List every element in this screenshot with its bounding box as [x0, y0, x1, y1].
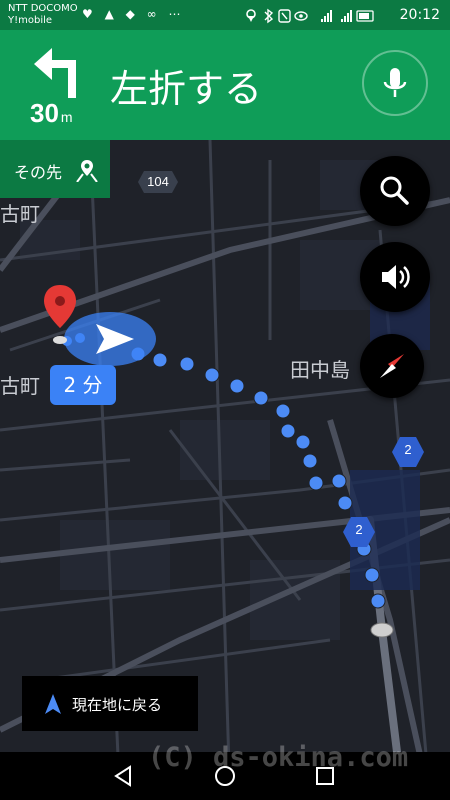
- route-badge-2-lower: 2: [343, 516, 375, 548]
- sound-button[interactable]: [360, 242, 430, 312]
- search-icon: [380, 176, 409, 205]
- distance-to-turn: 30 m: [30, 98, 73, 129]
- route-badge-2-upper: 2: [392, 436, 424, 468]
- location-icon: [246, 9, 256, 22]
- mic-icon: [383, 68, 407, 97]
- status-bar: NTT DOCOMO Y!mobile ♥ ▲ ◆ ∞ ⋯ 20:12: [0, 0, 450, 30]
- road-merge-icon: [75, 158, 99, 186]
- watermark: (C) ds-okina.com: [148, 742, 409, 773]
- nfc-icon: [278, 9, 291, 23]
- carrier-info: NTT DOCOMO Y!mobile: [8, 3, 78, 27]
- notification-icons: ♥ ▲ ◆ ∞ ⋯: [82, 7, 185, 21]
- distance-unit: m: [60, 109, 73, 125]
- voice-search-button[interactable]: [362, 50, 428, 116]
- navigation-arrow-icon: [44, 694, 62, 718]
- signal-icon-1: [321, 10, 332, 22]
- eta-bubble[interactable]: 2 分: [50, 365, 116, 405]
- return-to-location-button[interactable]: 現在地に戻る: [22, 676, 198, 731]
- compass-icon: [380, 354, 404, 378]
- road-badge-104: 104: [138, 171, 178, 193]
- turn-left-arrow-icon: [28, 42, 88, 102]
- compass-button[interactable]: [360, 334, 424, 398]
- then-label: その先: [14, 163, 63, 182]
- clock: 20:12: [399, 7, 440, 23]
- back-icon: [114, 765, 131, 787]
- back-button[interactable]: [110, 762, 138, 790]
- turn-instruction: 左折する: [110, 67, 263, 111]
- destination-marker: [370, 622, 394, 638]
- volume-icon: [382, 265, 410, 289]
- return-label: 現在地に戻る: [72, 696, 163, 714]
- carrier-primary: NTT DOCOMO: [8, 3, 78, 14]
- eye-icon: [294, 11, 308, 21]
- bluetooth-icon: [264, 8, 274, 24]
- search-button[interactable]: [360, 156, 430, 226]
- carrier-secondary: Y!mobile: [8, 15, 53, 26]
- pin-shadow: [53, 336, 67, 344]
- signal-icon-2: [341, 10, 352, 22]
- place-label-furumachi-2: 古町: [0, 374, 40, 398]
- then-chip[interactable]: その先: [0, 140, 110, 198]
- place-label-tanakajima: 田中島: [290, 358, 350, 382]
- distance-value: 30: [30, 98, 59, 128]
- battery-icon: [356, 10, 374, 22]
- place-label-furumachi: 古町: [0, 202, 40, 226]
- navigation-header[interactable]: 30 m 左折する: [0, 30, 450, 140]
- status-icons: [245, 8, 375, 28]
